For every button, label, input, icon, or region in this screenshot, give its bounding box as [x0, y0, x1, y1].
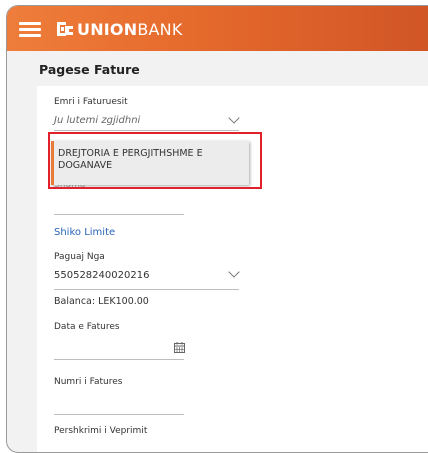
logo-text-union: UNION: [77, 19, 138, 39]
amount-underline: [54, 214, 184, 215]
biller-label: Emri i Faturuesit: [54, 97, 128, 107]
invoice-date-input[interactable]: [54, 340, 184, 354]
app-header: UNION BANK: [7, 6, 428, 51]
invoice-number-label: Numri i Fatures: [54, 377, 123, 387]
biller-underline: [54, 130, 239, 131]
invoice-date-underline: [54, 359, 184, 360]
view-limits-link[interactable]: Shiko Limite: [54, 227, 115, 238]
balance-text: Balanca: LEK100.00: [54, 296, 149, 307]
highlight-box: [48, 132, 262, 189]
from-account-chevron-down-icon[interactable]: [228, 266, 240, 278]
page-title: Pagese Fature: [39, 62, 140, 77]
biller-chevron-down-icon[interactable]: [228, 112, 240, 124]
biller-select[interactable]: Ju lutemi zgjidhni: [54, 115, 140, 126]
amount-input[interactable]: [54, 196, 184, 210]
calendar-icon[interactable]: [174, 342, 185, 353]
from-account-label: Paguaj Nga: [54, 252, 105, 262]
description-label: Pershkrimi i Veprimit: [54, 426, 148, 436]
invoice-number-input[interactable]: [54, 395, 184, 409]
union-bank-logo: UNION BANK: [55, 19, 183, 39]
from-account-underline: [54, 289, 239, 290]
invoice-date-label: Data e Fatures: [54, 322, 120, 332]
logo-text-bank: BANK: [137, 19, 183, 39]
app-frame: UNION BANK Pagese Fature Emri i Faturuesi…: [6, 5, 428, 453]
menu-icon[interactable]: [19, 22, 41, 38]
biller-placeholder: Ju lutemi zgjidhni: [54, 115, 141, 126]
invoice-number-underline: [54, 414, 184, 415]
from-account-select[interactable]: 550528240020216: [54, 270, 149, 281]
union-bank-logo-mark-icon: [57, 22, 73, 36]
